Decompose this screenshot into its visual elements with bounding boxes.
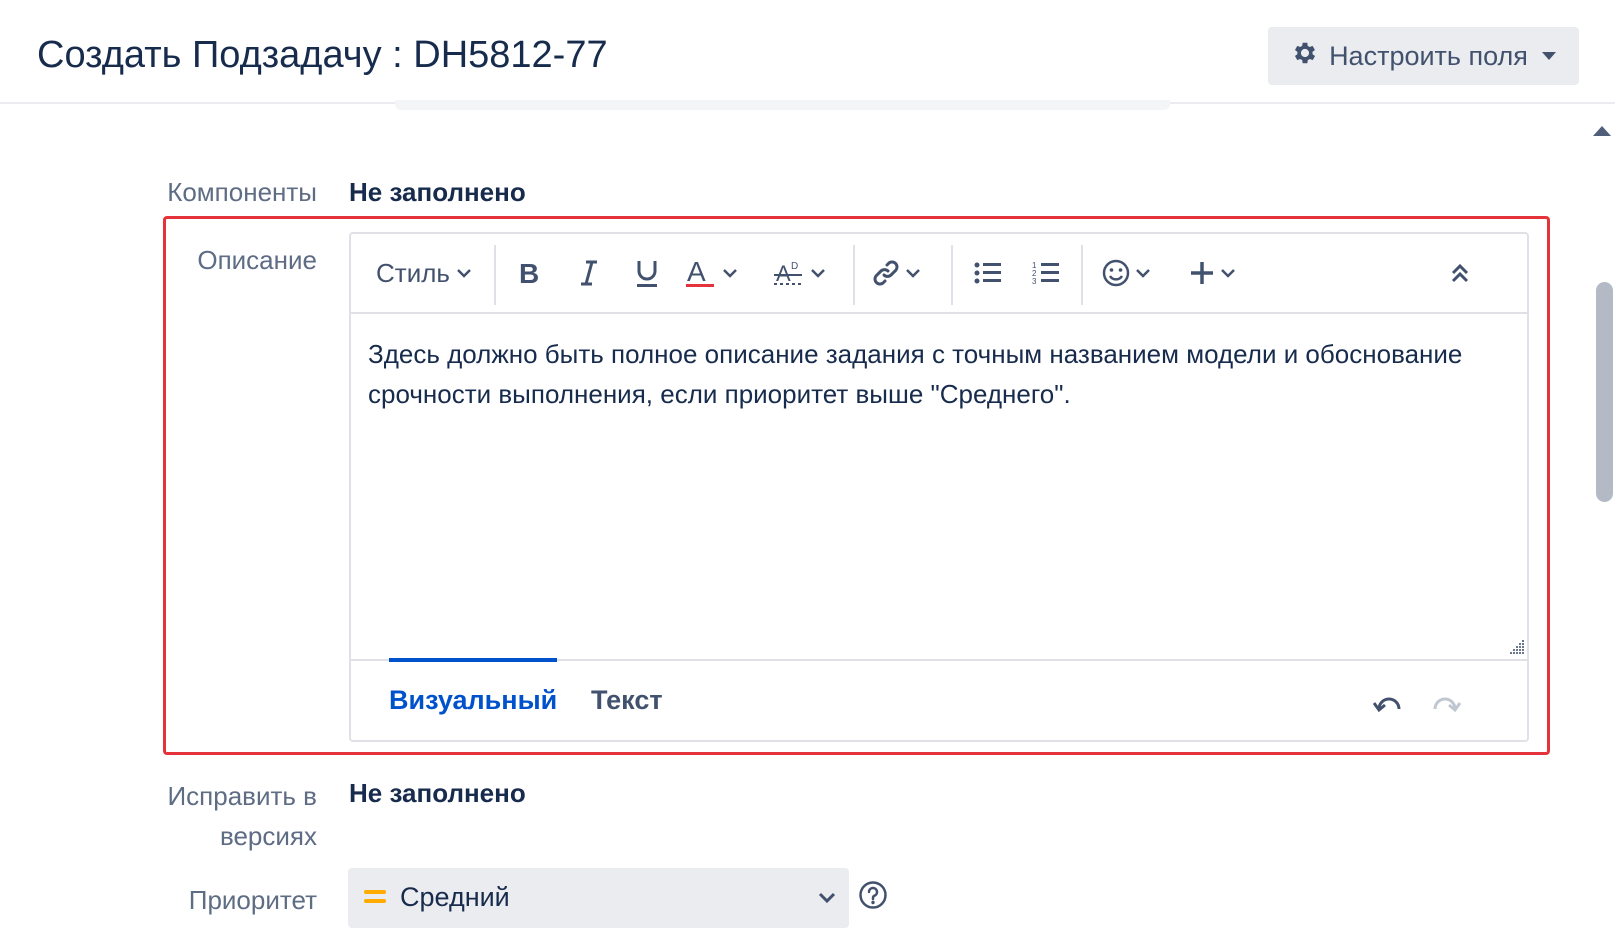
scrollbar-thumb[interactable] (1596, 282, 1613, 502)
priority-label: Приоритет (188, 885, 317, 915)
chevron-down-icon (723, 269, 737, 278)
description-label: Описание (197, 245, 317, 275)
chevron-down-icon (1221, 269, 1235, 278)
gear-icon (1291, 39, 1319, 74)
configure-fields-label: Настроить поля (1329, 40, 1528, 71)
priority-medium-icon (364, 890, 386, 906)
bold-icon: B (519, 259, 539, 287)
undo-button[interactable] (1372, 691, 1403, 718)
chevron-down-icon (811, 269, 825, 278)
description-editor: Стиль B A AD 123 Здесь должно быть полно… (349, 232, 1529, 742)
tab-text[interactable]: Текст (591, 661, 663, 740)
collapse-toolbar-button[interactable] (1437, 234, 1483, 312)
link-button[interactable] (863, 234, 929, 312)
style-dropdown-label: Стиль (376, 257, 450, 288)
numbered-list-button[interactable]: 123 (1021, 234, 1071, 312)
emoji-button[interactable] (1093, 234, 1159, 312)
priority-value: Средний (400, 882, 510, 912)
link-icon (873, 260, 899, 286)
redo-icon (1433, 697, 1462, 713)
tab-visual[interactable]: Визуальный (389, 658, 558, 740)
fix-versions-label: Исправить в версиях (120, 776, 317, 856)
collapse-toolbar-icon (1451, 263, 1469, 283)
insert-more-icon (1191, 262, 1213, 284)
editor-mode-bar: Визуальный Текст (351, 658, 1527, 740)
bullet-list-icon (974, 262, 1001, 284)
editor-toolbar: Стиль B A AD 123 (351, 234, 1527, 314)
svg-text:A: A (687, 257, 706, 287)
bullet-list-button[interactable] (963, 234, 1013, 312)
numbered-list-icon: 123 (1032, 261, 1059, 286)
dialog-header: Создать Подзадачу : DH5812-77 Настроить … (0, 0, 1615, 104)
style-dropdown[interactable]: Стиль (373, 234, 475, 312)
italic-icon (581, 260, 597, 286)
toolbar-separator (951, 245, 953, 305)
chevron-down-icon (457, 269, 471, 278)
svg-text:B: B (519, 259, 539, 287)
fix-versions-label-line1: Исправить в (167, 781, 317, 811)
toolbar-separator (853, 245, 855, 305)
underline-button[interactable] (624, 234, 670, 312)
underline-icon (637, 261, 657, 287)
chevron-down-icon (1541, 52, 1556, 60)
chevron-down-icon (818, 892, 836, 904)
scroll-up-arrow-icon[interactable] (1593, 126, 1611, 136)
text-effects-button[interactable]: AD (769, 234, 831, 312)
text-color-icon: A (686, 257, 714, 287)
help-icon[interactable] (858, 880, 888, 910)
page-title: Создать Подзадачу : DH5812-77 (37, 34, 608, 76)
svg-text:3: 3 (1032, 277, 1037, 286)
redo-button[interactable] (1431, 691, 1462, 718)
description-textarea[interactable]: Здесь должно быть полное описание задани… (368, 334, 1498, 414)
fix-versions-value[interactable]: Не заполнено (349, 778, 526, 809)
insert-more-button[interactable] (1179, 234, 1245, 312)
bold-button[interactable]: B (506, 234, 552, 312)
chevron-down-icon (1136, 269, 1150, 278)
emoji-icon (1102, 259, 1130, 287)
toolbar-separator (494, 245, 496, 305)
chevron-down-icon (906, 269, 920, 278)
toolbar-separator (1081, 245, 1083, 305)
priority-select[interactable]: Средний (348, 868, 849, 928)
header-shadow (395, 100, 1170, 110)
text-effects-icon: AD (774, 261, 802, 286)
components-label: Компоненты (167, 177, 317, 207)
text-color-button[interactable]: A (681, 234, 743, 312)
svg-text:D: D (791, 261, 798, 272)
undo-icon (1372, 697, 1401, 713)
svg-text:A: A (776, 261, 791, 286)
components-value[interactable]: Не заполнено (349, 177, 526, 208)
italic-button[interactable] (566, 234, 612, 312)
configure-fields-button[interactable]: Настроить поля (1268, 27, 1579, 85)
resize-handle-icon[interactable] (1507, 637, 1525, 655)
fix-versions-label-line2: версиях (219, 821, 317, 851)
